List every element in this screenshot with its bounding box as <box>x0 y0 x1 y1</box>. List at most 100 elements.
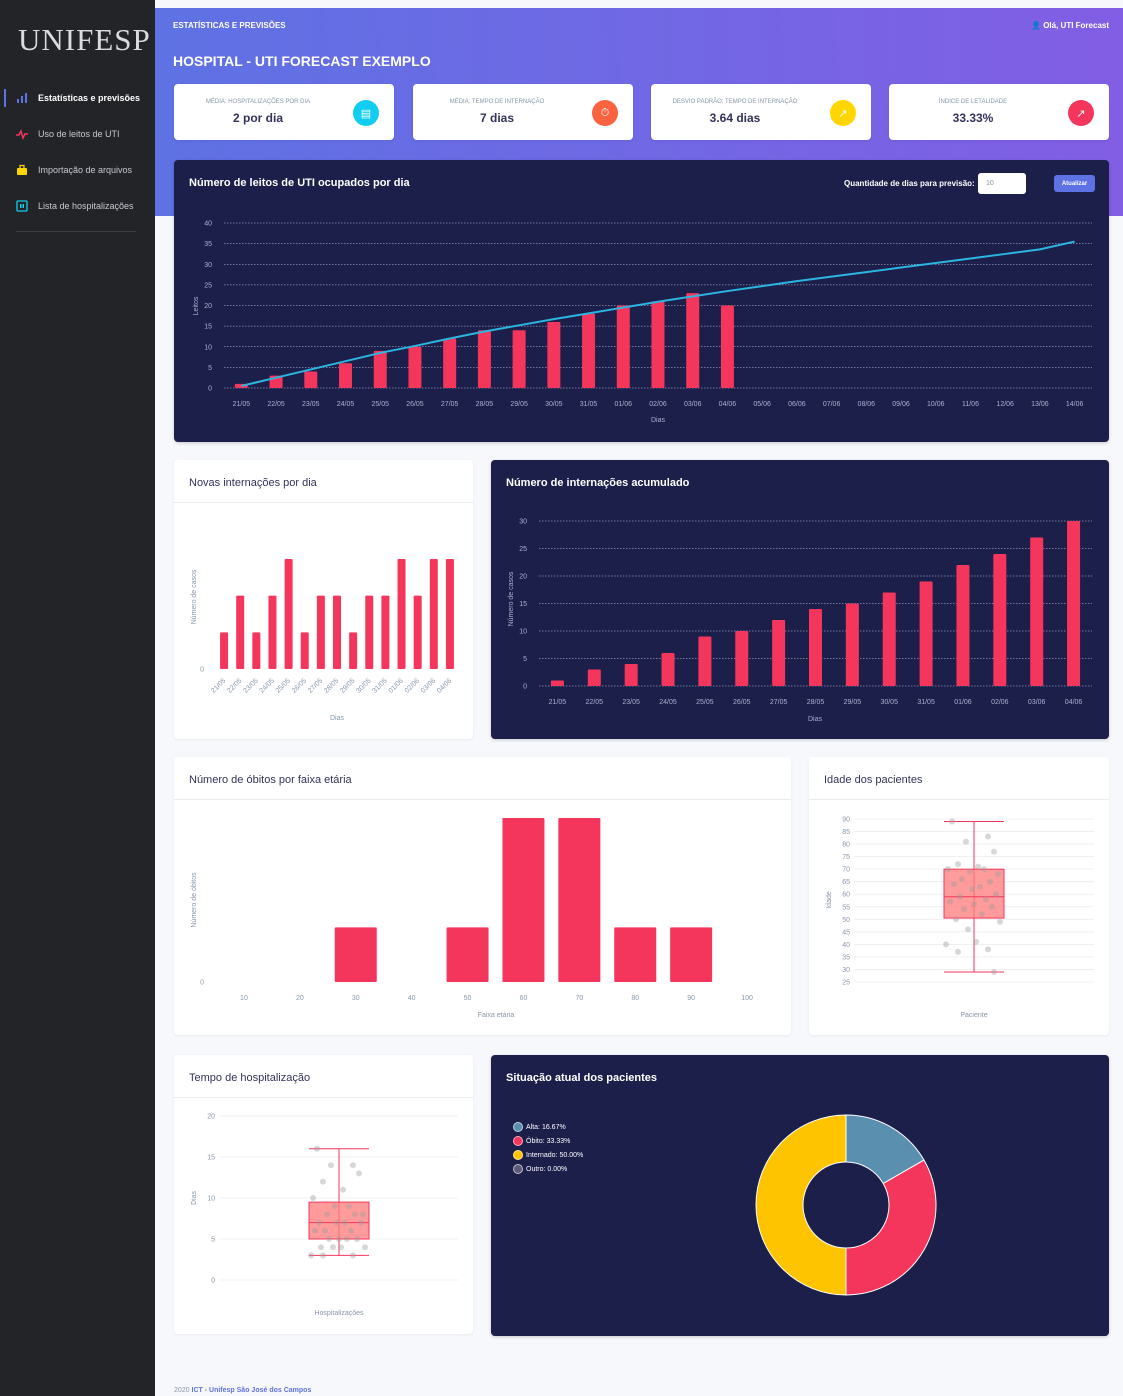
y-tick-label: 70 <box>842 867 850 874</box>
bar <box>397 559 406 669</box>
y-axis-label: Dias <box>191 1191 198 1206</box>
stat-card-desvio: DESVIO PADRÃO: TEMPO DE INTERNAÇÃO 3.64 … <box>651 84 871 140</box>
chart-idade: 25 30 35 40 45 50 55 60 65 70 75 80 85 90 Paciente Idad… <box>826 817 1094 1019</box>
x-tick-label: 25/05 <box>371 401 389 408</box>
x-tick-label: 100 <box>741 995 753 1002</box>
data-point <box>356 1170 362 1177</box>
data-point <box>987 878 993 885</box>
data-point <box>336 1236 342 1242</box>
bar <box>349 632 358 669</box>
bar <box>220 632 229 669</box>
y-axis-label: Leitos <box>193 296 200 315</box>
data-point <box>973 938 979 945</box>
bar <box>1030 537 1044 686</box>
x-tick-label: 27/05 <box>770 699 788 706</box>
stat-label: MÉDIA: TEMPO DE INTERNAÇÃO <box>449 99 545 105</box>
chart-card-tempo: Tempo de hospitalização 0 5 10 15 20 Hospital… <box>174 1055 473 1334</box>
sidebar-item-lista[interactable]: Lista de hospitalizações <box>0 188 155 224</box>
data-point <box>310 1195 316 1201</box>
y-tick-label: 45 <box>842 929 850 936</box>
x-tick-label: 06/06 <box>788 401 806 408</box>
y-tick-label: 0 <box>200 667 204 674</box>
y-tick-label: 75 <box>842 854 850 861</box>
y-tick-label: 40 <box>842 942 850 949</box>
x-tick-label: 28/05 <box>476 401 494 408</box>
bar <box>333 595 341 669</box>
data-point <box>358 1219 364 1226</box>
y-tick-label: 65 <box>842 879 850 886</box>
data-point <box>330 1244 336 1251</box>
y-tick-label: 20 <box>519 574 527 581</box>
bar <box>334 927 377 982</box>
data-point <box>360 1211 366 1218</box>
sidebar-item-label: Lista de hospitalizações <box>38 201 134 211</box>
x-tick-label: 01/06 <box>615 401 633 408</box>
data-point <box>338 1244 344 1251</box>
data-point <box>350 1252 356 1259</box>
bar <box>268 595 277 669</box>
x-tick-label: 02/06 <box>649 401 667 408</box>
bar <box>236 595 245 669</box>
bar <box>1067 521 1081 686</box>
data-point <box>308 1252 314 1259</box>
bar <box>670 927 713 982</box>
y-tick-label: 80 <box>842 842 850 849</box>
y-tick-label: 0 <box>211 1278 215 1285</box>
data-point <box>981 866 987 873</box>
data-point <box>943 941 949 948</box>
sidebar-item-estatisticas[interactable]: Estatísticas e previsões <box>0 80 155 116</box>
breadcrumb[interactable]: ESTATÍSTICAS E PREVISÕES <box>173 21 286 30</box>
pulse-icon <box>16 128 28 140</box>
x-tick-label: 26/05 <box>291 677 308 694</box>
x-tick-label: 80 <box>631 995 639 1002</box>
x-tick-label: 28/05 <box>807 699 825 706</box>
sidebar-item-label: Estatísticas e previsões <box>38 93 141 103</box>
data-point <box>959 876 965 883</box>
data-point <box>346 1203 352 1210</box>
list-icon <box>16 200 28 212</box>
x-tick-label: 21/05 <box>233 401 251 408</box>
data-point <box>993 891 999 898</box>
x-tick-label: 26/05 <box>733 699 751 706</box>
x-tick-label: 22/05 <box>226 677 243 694</box>
bar <box>373 350 387 388</box>
sidebar-item-importacao[interactable]: Importação de arquivos <box>0 152 155 188</box>
data-point <box>963 838 969 845</box>
x-tick-label: 60 <box>520 995 528 1002</box>
user-menu[interactable]: 👤 Olá, UTI Forecast <box>1031 21 1109 30</box>
chart-leitos: 0 5 10 15 20 25 30 35 40 21/05 22/05 23/05 24/05 25/0… <box>193 221 1092 424</box>
chart-card-obitos: Número de óbitos por faixa etária 0 10 20 3… <box>174 757 791 1035</box>
y-tick-label: 15 <box>204 324 212 331</box>
x-tick-label: 25/05 <box>275 677 292 694</box>
bed-icon: ▤ <box>353 100 379 126</box>
bar <box>882 592 896 686</box>
x-tick-label: 14/06 <box>1066 401 1084 408</box>
data-point <box>342 1219 348 1226</box>
data-point <box>314 1145 320 1152</box>
y-tick-label: 20 <box>204 303 212 310</box>
chart-tempo: 0 5 10 15 20 Hospitalizações Dias <box>191 1114 458 1317</box>
bar <box>547 322 561 388</box>
bar <box>919 581 933 686</box>
bar <box>809 609 822 686</box>
x-tick-label: 05/06 <box>753 401 771 408</box>
y-tick-label: 35 <box>842 954 850 961</box>
footer-link[interactable]: ICT - Unifesp São José dos Campos <box>192 1387 312 1394</box>
sidebar-divider <box>16 231 136 232</box>
y-tick-label: 40 <box>204 221 212 228</box>
chart-card-acumulado: Número de internações acumulado 0 5 10 15 20… <box>491 460 1109 739</box>
x-tick-label: 10 <box>240 995 248 1002</box>
x-tick-label: 30/05 <box>880 699 898 706</box>
logo: UNIFESP <box>18 22 151 57</box>
sidebar-item-uso-leitos[interactable]: Uso de leitos de UTI <box>0 116 155 152</box>
x-tick-label: 11/06 <box>962 401 979 408</box>
x-tick-label: 50 <box>464 995 472 1002</box>
briefcase-icon <box>17 164 27 175</box>
bar <box>735 631 749 686</box>
bar <box>477 330 491 388</box>
bar <box>304 371 318 388</box>
stat-card-tempo: MÉDIA: TEMPO DE INTERNAÇÃO 7 dias ⏱ <box>413 84 633 140</box>
data-point <box>997 918 1003 925</box>
pie-slice <box>755 1114 847 1296</box>
y-tick-label: 5 <box>208 365 212 372</box>
